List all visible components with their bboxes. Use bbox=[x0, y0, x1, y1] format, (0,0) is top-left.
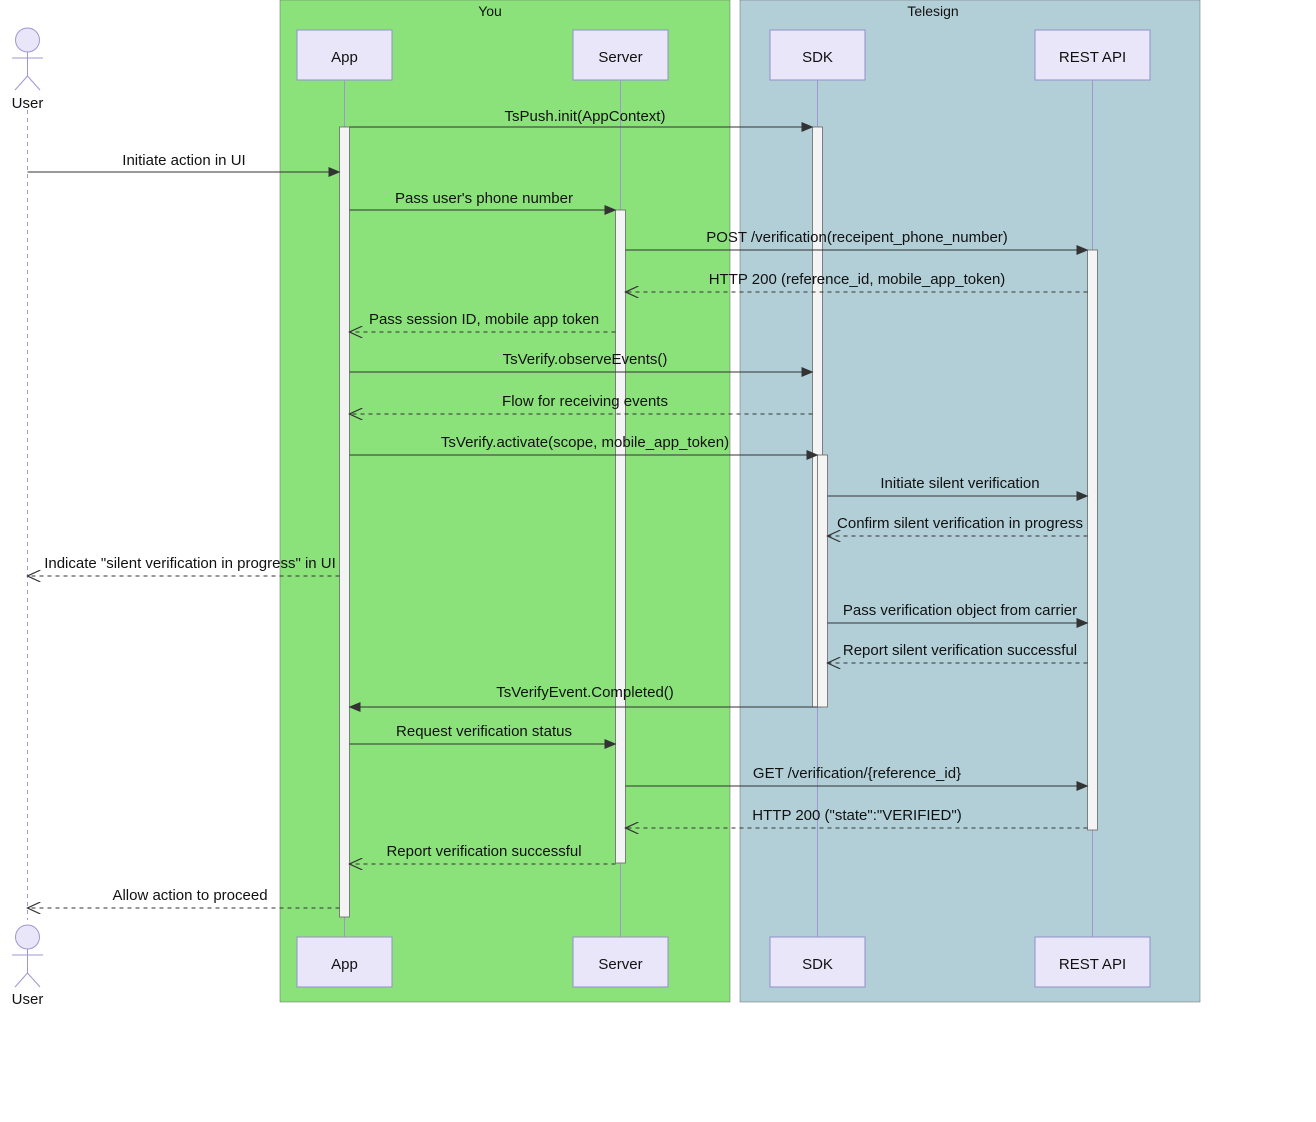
actor-user-top: User bbox=[12, 28, 44, 112]
msg-10-label: Initiate silent verification bbox=[880, 475, 1039, 492]
msg-2-label: Initiate action in UI bbox=[122, 152, 245, 169]
msg-20-label: Allow action to proceed bbox=[112, 887, 267, 904]
msg-5-label: HTTP 200 (reference_id, mobile_app_token… bbox=[709, 271, 1006, 288]
msg-6-label: Pass session ID, mobile app token bbox=[369, 311, 599, 328]
actor-user-bottom: User bbox=[12, 925, 44, 1008]
msg-11-label: Confirm silent verification in progress bbox=[837, 515, 1083, 532]
participant-app-label-bottom: App bbox=[331, 956, 358, 973]
msg-17-label: GET /verification/{reference_id} bbox=[753, 765, 961, 782]
group-telesign-label: Telesign bbox=[907, 3, 958, 19]
activation-sdk-inner bbox=[818, 455, 828, 707]
msg-9-label: TsVerify.activate(scope, mobile_app_toke… bbox=[441, 434, 729, 451]
msg-4-label: POST /verification(receipent_phone_numbe… bbox=[706, 229, 1008, 246]
participant-sdk-label-top: SDK bbox=[802, 49, 833, 66]
group-you-label: You bbox=[478, 3, 502, 19]
sequence-diagram: You Telesign User App Server SDK REST AP… bbox=[0, 0, 1316, 1122]
participant-server-label-bottom: Server bbox=[598, 956, 642, 973]
participant-restapi-label-bottom: REST API bbox=[1059, 956, 1126, 973]
participant-restapi-label-top: REST API bbox=[1059, 49, 1126, 66]
activation-restapi bbox=[1088, 250, 1098, 830]
msg-15-label: TsVerifyEvent.Completed() bbox=[496, 684, 674, 701]
activation-server bbox=[616, 210, 626, 863]
msg-18-label: HTTP 200 ("state":"VERIFIED") bbox=[752, 807, 961, 824]
actor-user-label-bottom: User bbox=[12, 991, 44, 1008]
msg-12-label: Indicate "silent verification in progres… bbox=[44, 555, 336, 572]
msg-7-label: TsVerify.observeEvents() bbox=[503, 351, 668, 368]
msg-13-label: Pass verification object from carrier bbox=[843, 602, 1077, 619]
activation-app bbox=[340, 127, 350, 917]
actor-user-label: User bbox=[12, 95, 44, 112]
msg-1-label: TsPush.init(AppContext) bbox=[505, 108, 666, 125]
msg-3-label: Pass user's phone number bbox=[395, 190, 573, 207]
participant-sdk-label-bottom: SDK bbox=[802, 956, 833, 973]
msg-8-label: Flow for receiving events bbox=[502, 393, 668, 410]
participant-app-label-top: App bbox=[331, 49, 358, 66]
msg-14-label: Report silent verification successful bbox=[843, 642, 1077, 659]
group-telesign-box bbox=[740, 0, 1200, 1002]
msg-16-label: Request verification status bbox=[396, 723, 572, 740]
participant-server-label-top: Server bbox=[598, 49, 642, 66]
msg-19-label: Report verification successful bbox=[386, 843, 581, 860]
